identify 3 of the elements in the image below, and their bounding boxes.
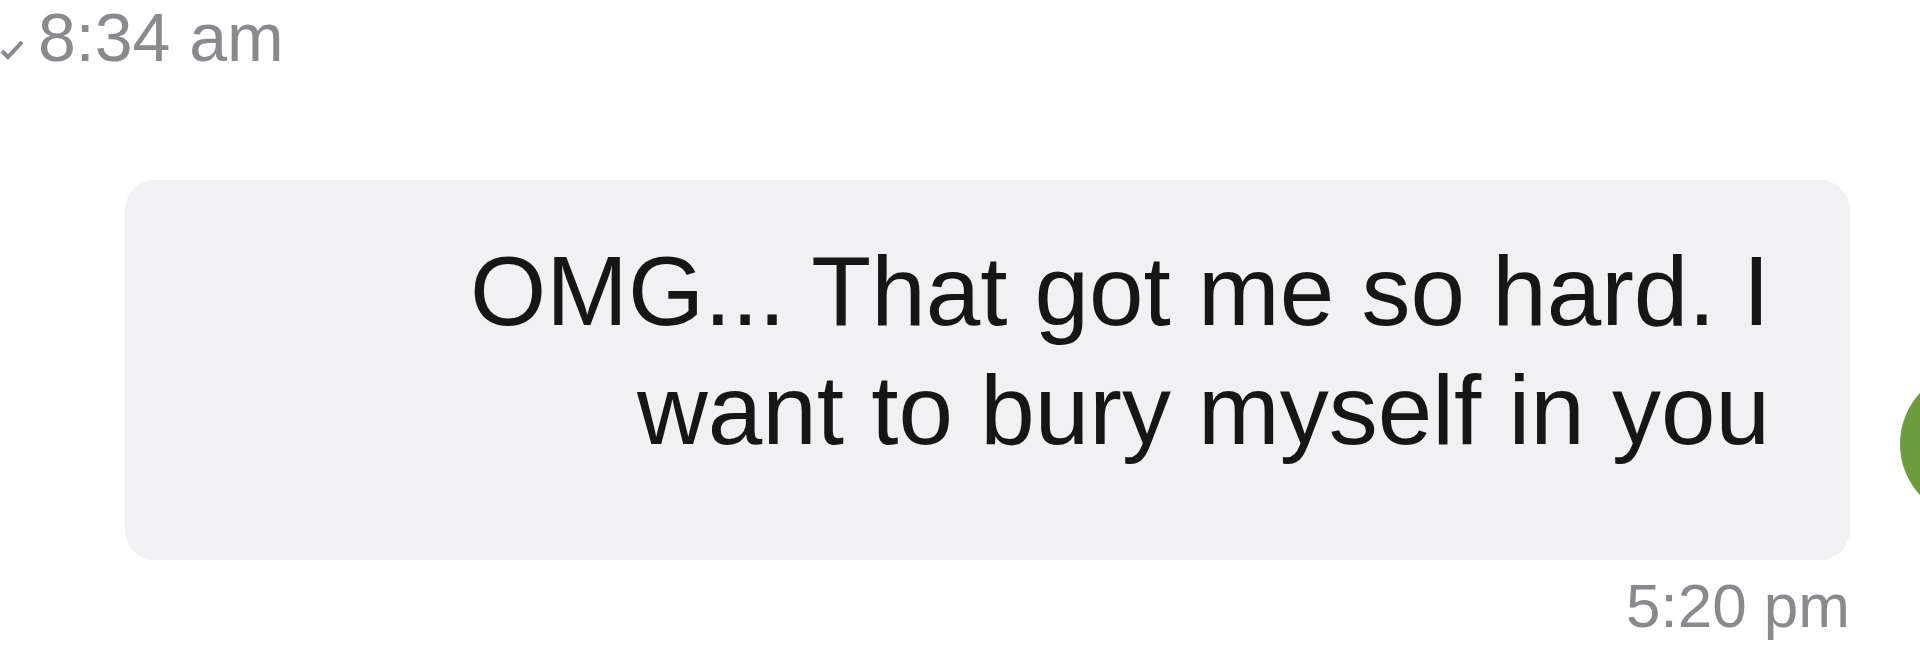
message-bubble: OMG... That got me so hard. I want to bury myself in you (125, 180, 1850, 560)
message-time: 5:20 pm (1625, 572, 1850, 641)
message-time: 8:34 am (38, 3, 284, 71)
